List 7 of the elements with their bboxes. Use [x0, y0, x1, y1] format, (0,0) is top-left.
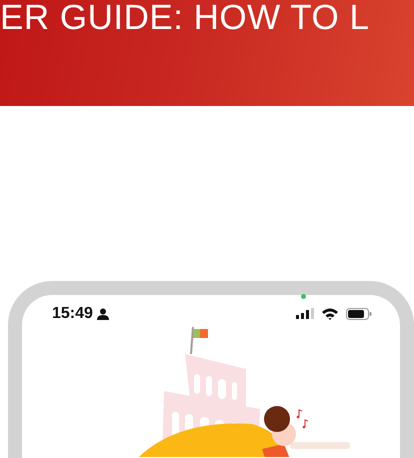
- camera-indicator-icon: [301, 294, 306, 299]
- wifi-icon: [322, 308, 338, 320]
- signal-icon: [296, 308, 314, 319]
- status-time: 15:49: [52, 304, 93, 324]
- page-title: ER GUIDE: HOW TO L: [0, 0, 370, 36]
- battery-icon: [346, 308, 372, 320]
- person-icon: [96, 308, 109, 320]
